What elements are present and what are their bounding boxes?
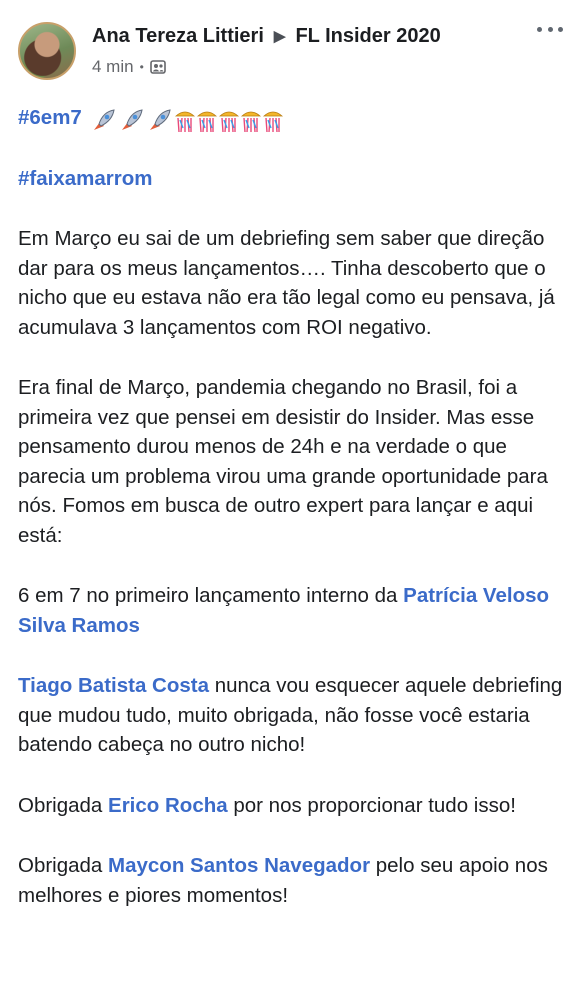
paragraph-5-pre: Obrigada bbox=[18, 793, 109, 817]
paragraph-3-text: 6 em 7 no primeiro lançamento interno da bbox=[18, 584, 404, 607]
paragraph-4: Tiago Batista Costa nunca vou esquecer a… bbox=[18, 671, 576, 760]
more-options-icon[interactable] bbox=[537, 24, 563, 34]
mention-maycon[interactable]: Maycon Santos Navegador bbox=[108, 854, 370, 877]
rocket-emoji-icon bbox=[93, 109, 171, 131]
post-body: #6em7 #faixamarrom Em Março eu sai de um… bbox=[18, 103, 576, 941]
paragraph-6-pre: Obrigada bbox=[18, 854, 109, 877]
author-name[interactable]: Ana Tereza Littieri bbox=[92, 25, 264, 48]
paragraph-5-post: por nos proporcionar tudo isso! bbox=[227, 793, 516, 817]
hashtag-line-1: #6em7 bbox=[18, 103, 576, 133]
emoji-row bbox=[90, 106, 284, 133]
post-header: Ana Tereza Littieri ▶ FL Insider 2020 4 … bbox=[0, 0, 583, 90]
arrow-right-icon: ▶ bbox=[273, 28, 286, 45]
group-name[interactable]: FL Insider 2020 bbox=[295, 25, 440, 48]
author-line: Ana Tereza Littieri ▶ FL Insider 2020 bbox=[92, 22, 441, 50]
facebook-post: Ana Tereza Littieri ▶ FL Insider 2020 4 … bbox=[0, 0, 583, 994]
hashtag-line-2: #faixamarrom bbox=[18, 164, 576, 194]
hashtag-6em7[interactable]: #6em7 bbox=[18, 106, 82, 129]
hashtag-faixamarrom[interactable]: #faixamarrom bbox=[18, 167, 152, 190]
mention-tiago[interactable]: Tiago Batista Costa bbox=[18, 674, 209, 697]
paragraph-6: Obrigada Maycon Santos Navegador pelo se… bbox=[18, 851, 576, 910]
post-timestamp[interactable]: 4 min bbox=[92, 57, 134, 77]
paragraph-2: Era final de Março, pandemia chegando no… bbox=[18, 376, 548, 547]
group-audience-icon bbox=[149, 59, 166, 75]
paragraph-3: 6 em 7 no primeiro lançamento interno da… bbox=[18, 581, 576, 640]
confetti-emoji-icon bbox=[174, 111, 283, 133]
post-meta: 4 min • bbox=[92, 57, 166, 77]
mention-erico[interactable]: Erico Rocha bbox=[108, 794, 228, 817]
paragraph-1: Em Março eu sai de um debriefing sem sab… bbox=[18, 227, 555, 339]
paragraph-5: Obrigada Erico Rocha por nos proporciona… bbox=[18, 791, 576, 821]
meta-separator: • bbox=[139, 60, 144, 74]
author-avatar[interactable] bbox=[18, 22, 76, 80]
